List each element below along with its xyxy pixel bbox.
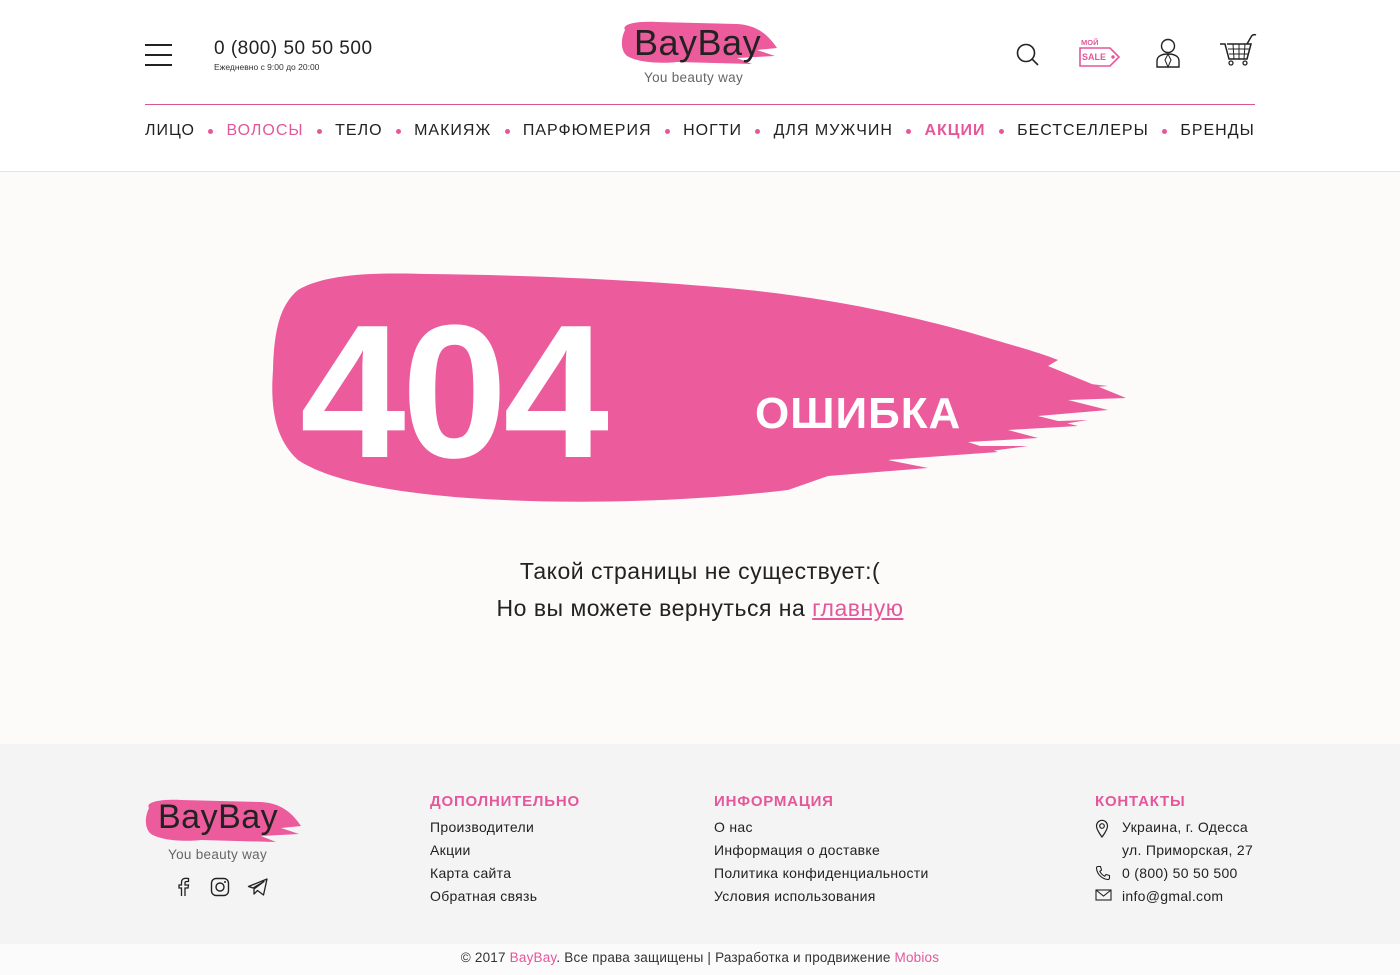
developer-link[interactable]: Mobios [895,950,940,965]
footer-link-sales[interactable]: Акции [430,842,580,865]
nav-separator [395,128,401,134]
header-phone[interactable]: 0 (800) 50 50 500 [214,38,373,60]
logo-text: BayBay [634,22,762,63]
nav-separator [208,128,214,134]
nav-item-nails[interactable]: НОГТИ [683,122,742,140]
footer-link-sitemap[interactable]: Карта сайта [430,865,580,888]
error-section: 404 ОШИБКА Такой страницы не существует:… [0,172,1400,744]
error-code: 404 [300,286,609,498]
nav-separator [504,128,510,134]
footer-link-manufacturers[interactable]: Производители [430,819,580,842]
site-logo[interactable]: BayBay You beauty way [617,18,782,90]
error-title: ОШИБКА [755,389,962,438]
logo-subtitle: You beauty way [644,70,744,85]
working-hours: Ежедневно с 9:00 до 20:00 [214,62,320,72]
copyright-prefix: © 2017 [460,950,510,965]
footer-col-contacts: КОНТАКТЫ Украина, г. Одесса ул. Приморск… [1095,793,1253,911]
nav-item-face[interactable]: ЛИЦО [145,122,195,140]
footer-col-title: ДОПОЛНИТЕЛЬНО [430,793,580,810]
footer-col-title: КОНТАКТЫ [1095,793,1186,810]
footer-logo-text: BayBay [158,798,279,836]
nav-item-body[interactable]: ТЕЛО [335,122,382,140]
sale-tag-icon[interactable]: МОЙ SALE [1078,38,1122,75]
footer-logo[interactable]: BayBay You beauty way [141,796,306,868]
copyright-brand[interactable]: BayBay [510,950,557,965]
contact-address-2: ул. Приморская, 27 [1095,842,1253,865]
phone-block: 0 (800) 50 50 500 Ежедневно с 9:00 до 20… [214,38,373,72]
footer-link-feedback[interactable]: Обратная связь [430,888,580,911]
address-line-2: ул. Приморская, 27 [1122,842,1254,858]
footer-email[interactable]: info@gmal.com [1122,888,1223,904]
address-line-1: Украина, г. Одесса [1122,819,1248,835]
footer-link-privacy[interactable]: Политика конфиденциальности [714,865,929,888]
nav-separator [755,128,761,134]
nav-separator [664,128,670,134]
footer-link-terms[interactable]: Условия использования [714,888,929,911]
main-nav: ЛИЦО ВОЛОСЫ ТЕЛО МАКИЯЖ ПАРФЮМЕРИЯ НОГТИ… [145,122,1255,140]
nav-item-hair[interactable]: ВОЛОСЫ [227,122,304,140]
footer-phone[interactable]: 0 (800) 50 50 500 [1122,865,1238,881]
nav-divider [145,104,1255,105]
site-footer: BayBay You beauty way ДОПОЛНИТЕЛЬНО Прои… [0,744,1400,944]
contact-email: info@gmal.com [1095,888,1253,911]
nav-item-bestsellers[interactable]: БЕСТСЕЛЛЕРЫ [1017,122,1149,140]
nav-item-perfume[interactable]: ПАРФЮМЕРИЯ [523,122,652,140]
copyright-middle: . Все права защищены | Разработка и прод… [556,950,895,965]
home-link[interactable]: главную [812,595,903,621]
cart-icon[interactable] [1219,33,1257,72]
footer-link-delivery[interactable]: Информация о доставке [714,842,929,865]
error-message: Такой страницы не существует:( [519,558,881,584]
nav-item-sales[interactable]: АКЦИИ [924,122,985,140]
nav-separator [998,128,1004,134]
nav-item-brands[interactable]: БРЕНДЫ [1180,122,1254,140]
nav-separator [906,128,912,134]
error-return-line: Но вы можете вернуться на главную [0,595,1400,622]
return-prefix: Но вы можете вернуться на [496,595,813,621]
instagram-icon[interactable] [210,877,230,902]
footer-col-title: ИНФОРМАЦИЯ [714,793,834,810]
telegram-icon[interactable] [247,877,269,902]
menu-icon[interactable] [145,44,172,66]
search-icon[interactable] [1015,42,1041,73]
nav-separator [1162,128,1168,134]
footer-col-additional: ДОПОЛНИТЕЛЬНО Производители Акции Карта … [430,793,580,911]
user-icon[interactable] [1155,37,1181,74]
nav-item-makeup[interactable]: МАКИЯЖ [414,122,491,140]
phone-icon [1095,865,1111,884]
contact-phone: 0 (800) 50 50 500 [1095,865,1253,888]
sale-badge-bottom: SALE [1082,52,1106,62]
site-header: 0 (800) 50 50 500 Ежедневно с 9:00 до 20… [0,0,1400,172]
envelope-icon [1095,888,1112,905]
footer-link-about[interactable]: О нас [714,819,929,842]
nav-separator [316,128,322,134]
sale-badge-top: МОЙ [1081,38,1098,47]
footer-col-information: ИНФОРМАЦИЯ О нас Информация о доставке П… [714,793,929,911]
location-pin-icon [1095,819,1109,841]
footer-logo-subtitle: You beauty way [168,847,268,862]
nav-item-men[interactable]: ДЛЯ МУЖЧИН [774,122,893,140]
facebook-icon[interactable] [176,877,190,902]
contact-address: Украина, г. Одесса [1095,819,1253,842]
copyright-bar: © 2017 BayBay. Все права защищены | Разр… [0,944,1400,975]
